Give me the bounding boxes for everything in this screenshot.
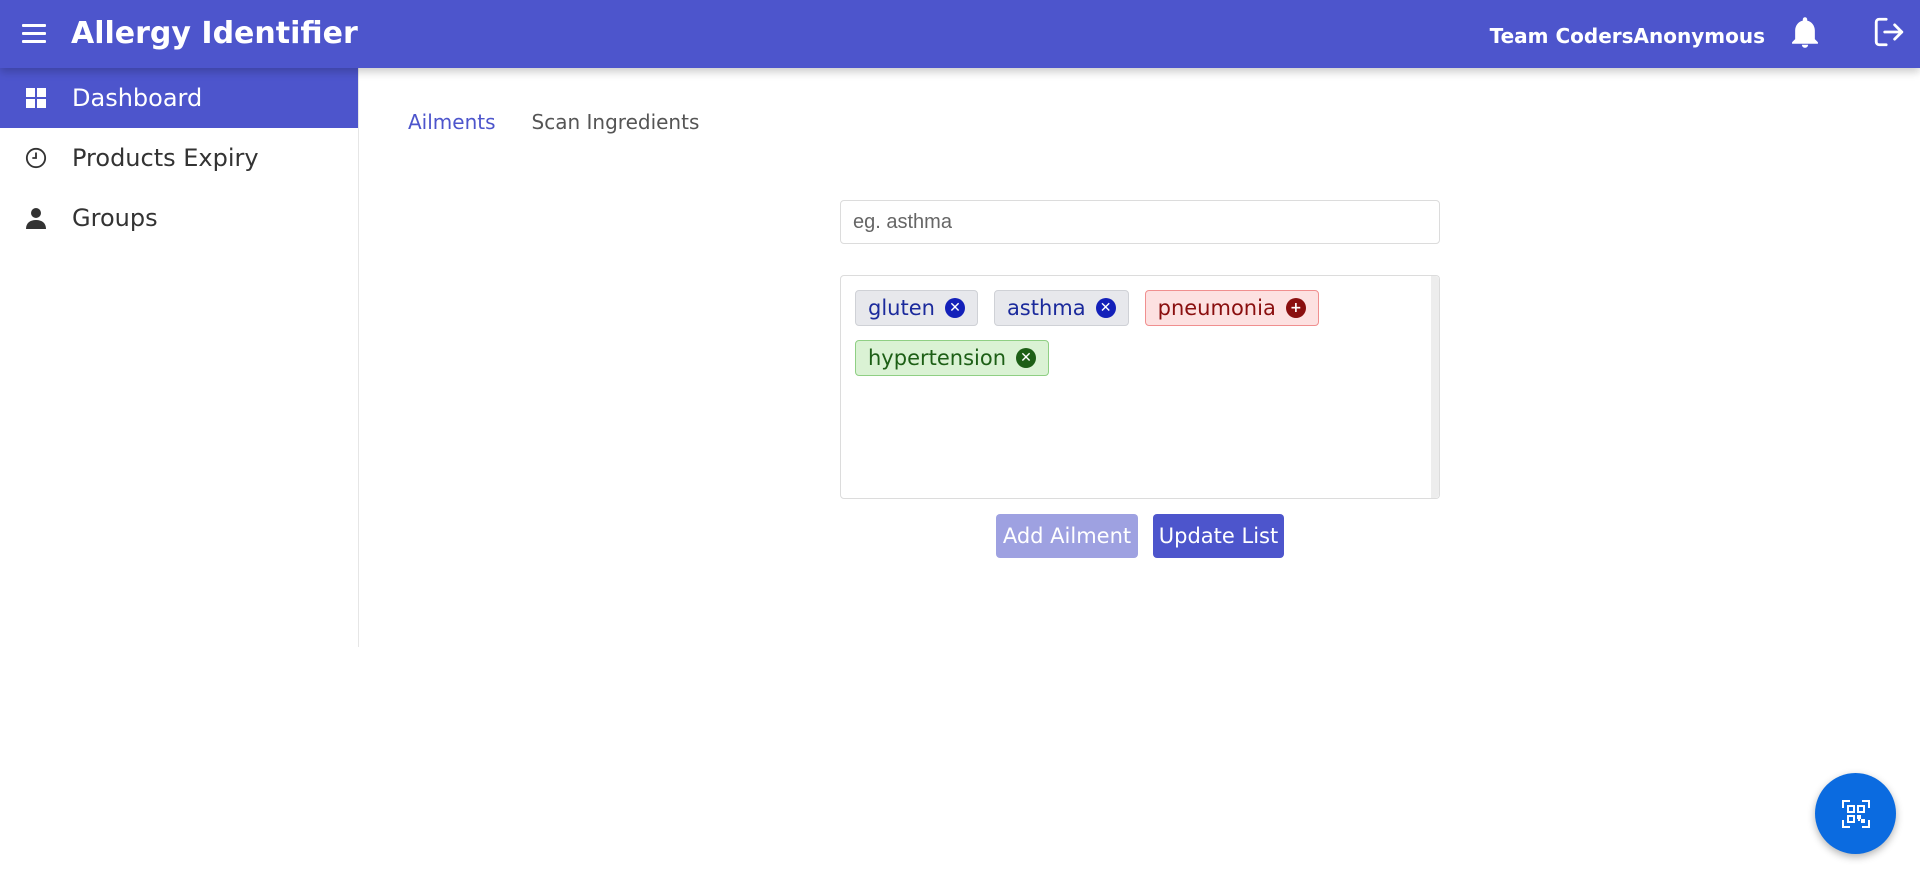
- ailment-tag-gluten: gluten ✕: [855, 290, 978, 326]
- ailment-tag-pneumonia: pneumonia +: [1144, 290, 1319, 326]
- bell-icon[interactable]: [1790, 17, 1820, 49]
- sidebar-item-label: Dashboard: [72, 84, 203, 112]
- scrollbar[interactable]: [1431, 276, 1439, 498]
- scan-fab-button[interactable]: [1815, 773, 1896, 854]
- menu-icon[interactable]: [22, 24, 46, 44]
- remove-icon[interactable]: ✕: [1095, 298, 1116, 318]
- sidebar-item-products-expiry[interactable]: Products Expiry: [0, 128, 358, 188]
- app-title: Allergy Identifier: [71, 16, 358, 51]
- sidebar-item-label: Products Expiry: [72, 144, 259, 172]
- tag-label: asthma: [1006, 296, 1086, 320]
- ailment-tag-hypertension: hypertension ✕: [855, 340, 1050, 376]
- sidebar-item-groups[interactable]: Groups: [0, 188, 358, 248]
- team-name: Team CodersAnonymous: [1489, 24, 1765, 48]
- sidebar-item-dashboard[interactable]: Dashboard: [0, 68, 358, 128]
- tag-label: gluten: [868, 296, 935, 320]
- add-ailment-button[interactable]: Add Ailment: [996, 514, 1138, 558]
- dashboard-icon: [24, 86, 48, 110]
- sidebar-item-label: Groups: [72, 204, 158, 232]
- tab-ailments[interactable]: Ailments: [408, 110, 496, 134]
- logout-icon[interactable]: [1872, 15, 1906, 49]
- tag-label: hypertension: [868, 346, 1007, 370]
- person-icon: [24, 206, 48, 230]
- update-list-button[interactable]: Update List: [1153, 514, 1284, 558]
- add-icon[interactable]: +: [1285, 298, 1306, 318]
- ailment-input[interactable]: [840, 200, 1440, 244]
- ailment-tag-asthma: asthma ✕: [993, 290, 1129, 326]
- tab-bar: Ailments Scan Ingredients: [408, 110, 699, 134]
- tag-label: pneumonia: [1157, 296, 1276, 320]
- sidebar: Dashboard Products Expiry Groups: [0, 68, 359, 647]
- clock-icon: [24, 146, 48, 170]
- top-app-bar: Allergy Identifier Team CodersAnonymous: [0, 0, 1920, 68]
- remove-icon[interactable]: ✕: [1016, 348, 1037, 368]
- ailment-tag-list: gluten ✕ asthma ✕ pneumonia + hypertensi…: [840, 275, 1440, 499]
- tab-scan-ingredients[interactable]: Scan Ingredients: [532, 110, 700, 134]
- qr-scan-icon: [1841, 799, 1870, 828]
- remove-icon[interactable]: ✕: [944, 298, 965, 318]
